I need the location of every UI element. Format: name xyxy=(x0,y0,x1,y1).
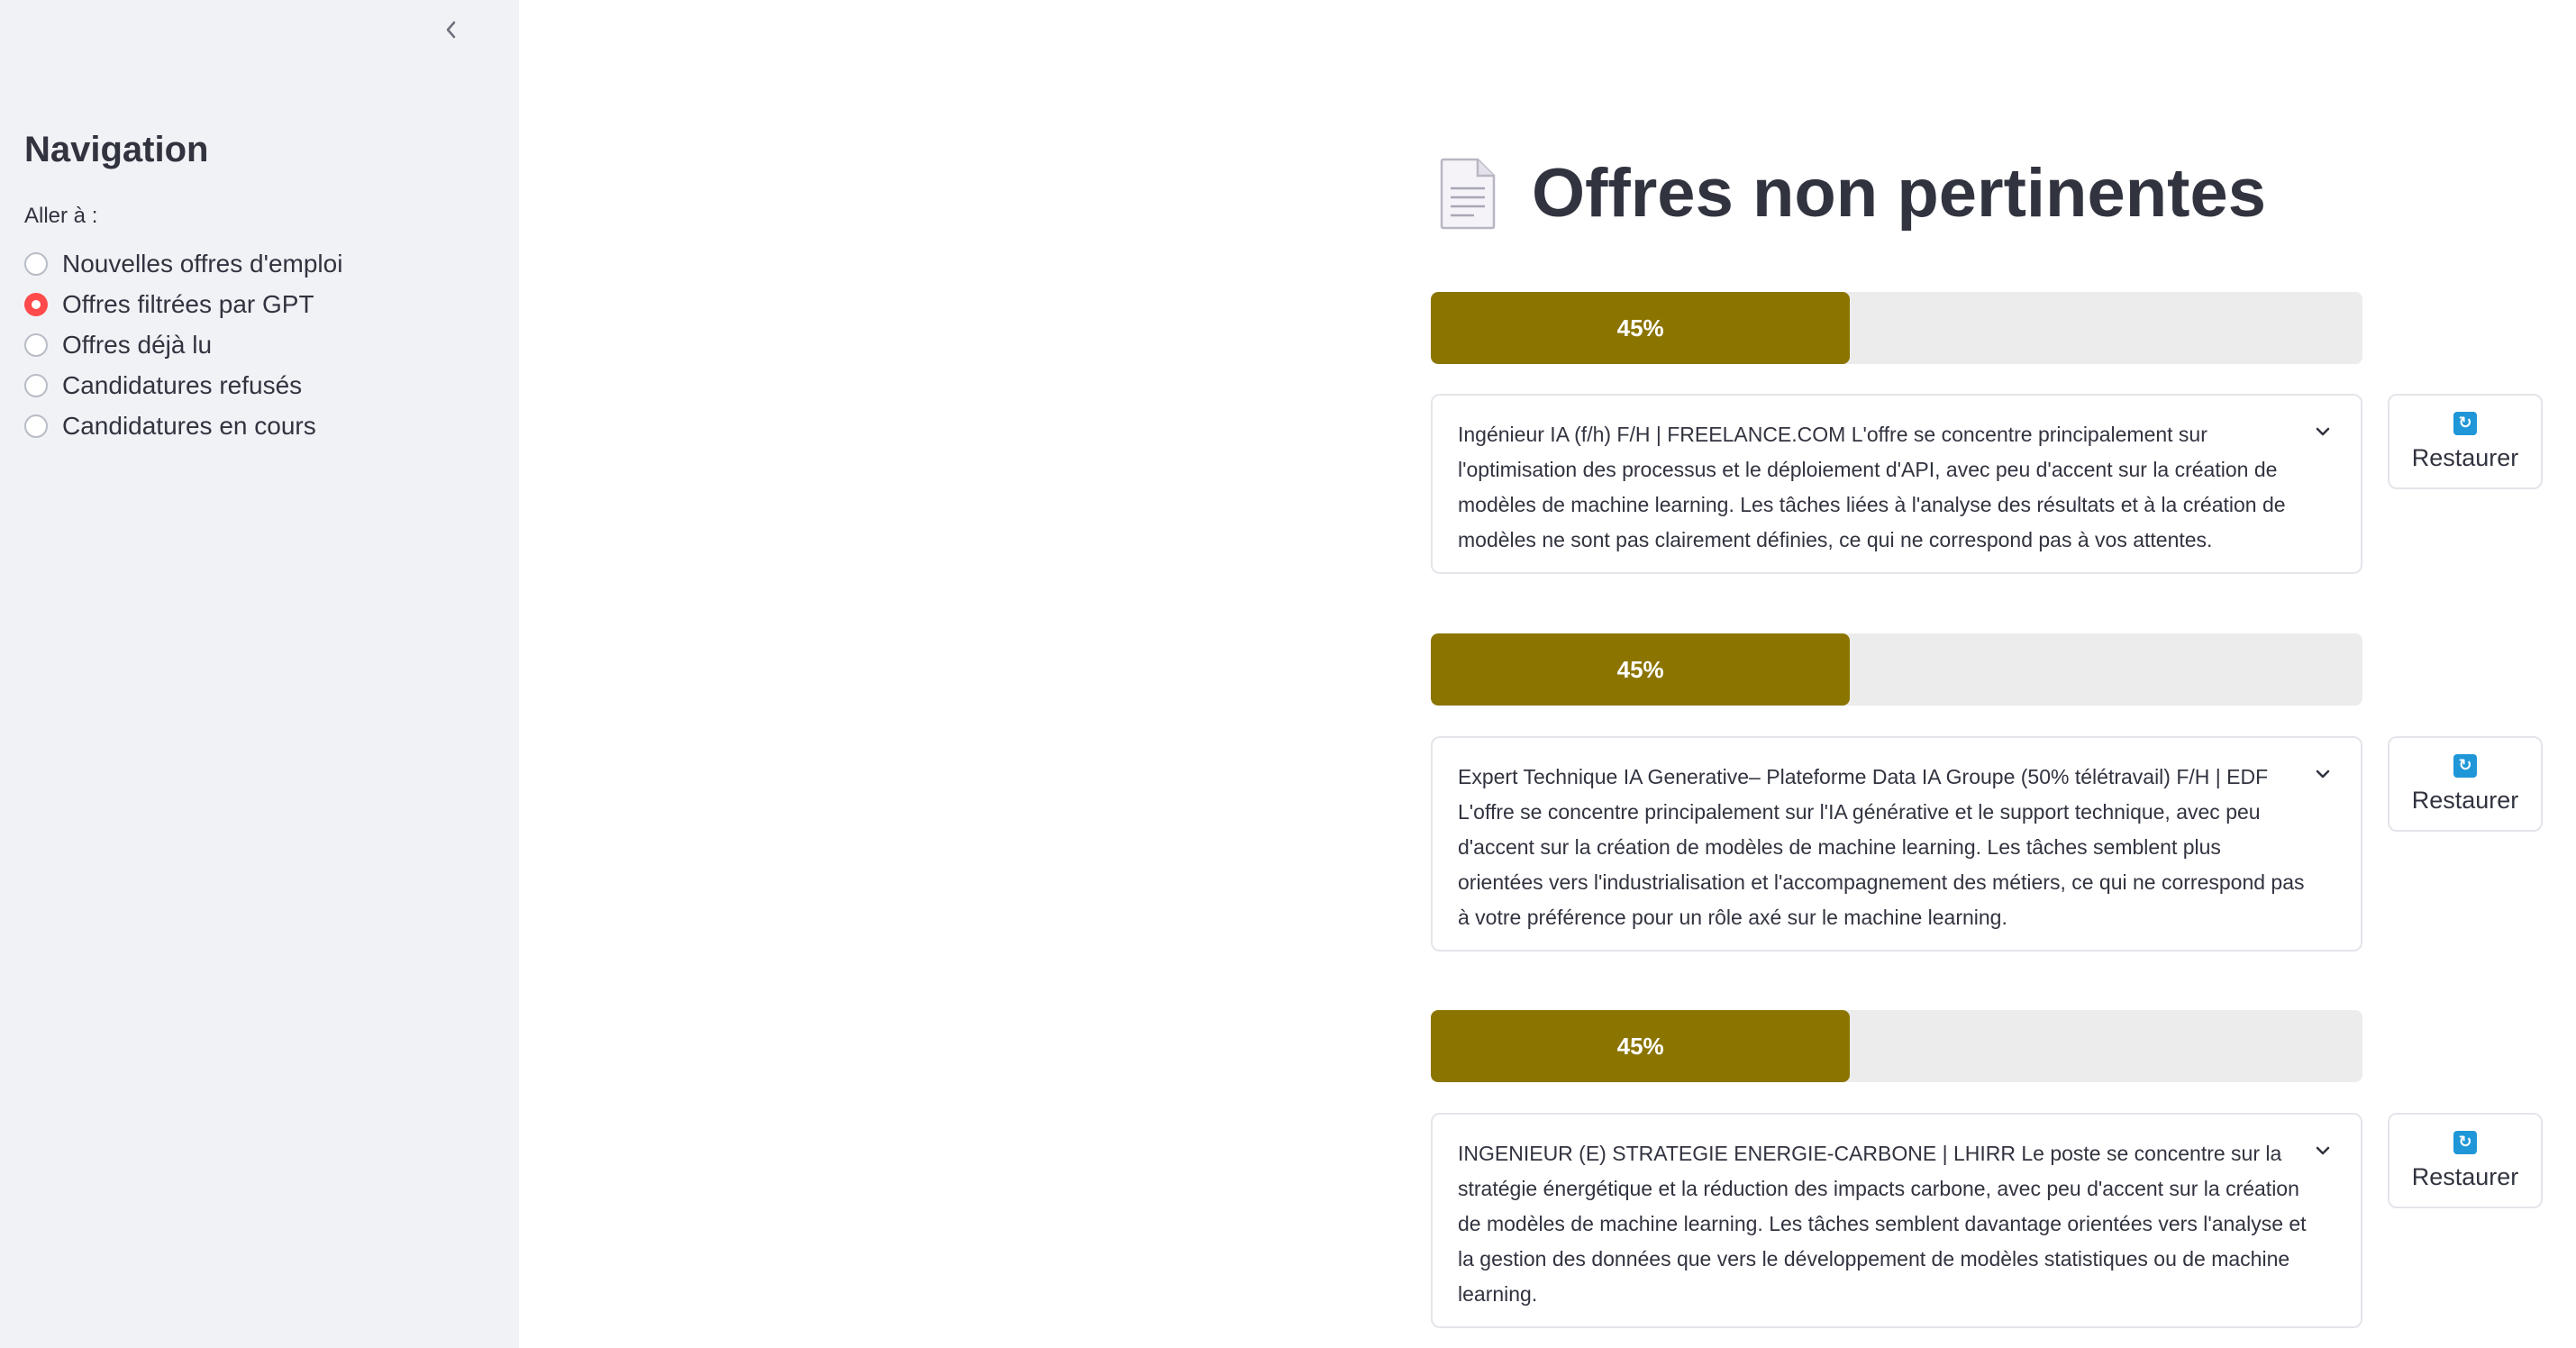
score-progress-fill: 45% xyxy=(1431,292,1851,364)
restore-button[interactable]: ↻ Restaurer xyxy=(2388,394,2543,489)
document-icon xyxy=(1440,158,1496,230)
chevron-down-icon[interactable] xyxy=(2312,1140,2334,1161)
offer-description: INGENIEUR (E) STRATEGIE ENERGIE-CARBONE … xyxy=(1458,1142,2307,1306)
score-progress-fill: 45% xyxy=(1431,1010,1851,1082)
score-progress-fill: 45% xyxy=(1431,633,1851,706)
sidebar: Navigation Aller à : Nouvelles offres d'… xyxy=(0,0,519,1348)
radio-option-offres-deja-lu[interactable]: Offres déjà lu xyxy=(24,324,342,365)
score-label: 45% xyxy=(1616,1032,1664,1060)
radio-group-label: Aller à : xyxy=(24,204,98,228)
page-title: Offres non pertinentes xyxy=(1532,155,2266,232)
radio-option-label: Nouvelles offres d'emploi xyxy=(62,249,343,278)
radio-option-nouvelles-offres[interactable]: Nouvelles offres d'emploi xyxy=(24,243,342,284)
score-label: 45% xyxy=(1616,655,1664,683)
restore-button[interactable]: ↻ Restaurer xyxy=(2388,1113,2543,1208)
score-label: 45% xyxy=(1616,314,1664,342)
refresh-icon: ↻ xyxy=(2453,753,2477,778)
restore-button-label: Restaurer xyxy=(2411,1162,2519,1190)
radio-button[interactable] xyxy=(24,373,48,397)
offer-description: Expert Technique IA Generative– Platefor… xyxy=(1458,765,2305,929)
radio-option-candidatures-en-cours[interactable]: Candidatures en cours xyxy=(24,405,342,446)
radio-option-label: Offres déjà lu xyxy=(62,330,213,359)
radio-option-offres-filtrees[interactable]: Offres filtrées par GPT xyxy=(24,284,342,324)
restore-button[interactable]: ↻ Restaurer xyxy=(2388,736,2543,832)
score-progress-bar: 45% xyxy=(1431,1010,2362,1082)
radio-button[interactable] xyxy=(24,414,48,438)
radio-option-label: Candidatures en cours xyxy=(62,411,316,440)
sidebar-collapse-button[interactable] xyxy=(436,14,467,45)
sidebar-title: Navigation xyxy=(24,130,209,169)
radio-button[interactable] xyxy=(24,332,48,357)
navigation-radio-group: Nouvelles offres d'emploi Offres filtrée… xyxy=(24,243,342,446)
radio-option-candidatures-refuses[interactable]: Candidatures refusés xyxy=(24,365,342,405)
score-progress-bar: 45% xyxy=(1431,633,2362,706)
chevron-down-icon[interactable] xyxy=(2312,421,2334,442)
radio-button[interactable] xyxy=(24,251,48,276)
page-header: Offres non pertinentes xyxy=(1438,144,2266,243)
radio-button-selected[interactable] xyxy=(24,292,48,316)
chevron-down-icon[interactable] xyxy=(2312,763,2334,785)
offer-expander[interactable]: Expert Technique IA Generative– Platefor… xyxy=(1431,736,2362,952)
chevron-left-icon xyxy=(446,21,456,39)
radio-option-label: Candidatures refusés xyxy=(62,370,303,399)
restore-button-label: Restaurer xyxy=(2411,786,2519,814)
app: Navigation Aller à : Nouvelles offres d'… xyxy=(0,0,2576,1348)
score-progress-bar: 45% xyxy=(1431,292,2362,364)
refresh-icon: ↻ xyxy=(2453,1130,2477,1154)
offer-description: Ingénieur IA (f/h) F/H | FREELANCE.COM L… xyxy=(1458,423,2286,551)
radio-option-label: Offres filtrées par GPT xyxy=(62,289,314,318)
restore-button-label: Restaurer xyxy=(2411,443,2519,471)
offer-expander[interactable]: Ingénieur IA (f/h) F/H | FREELANCE.COM L… xyxy=(1431,394,2362,574)
offer-expander[interactable]: INGENIEUR (E) STRATEGIE ENERGIE-CARBONE … xyxy=(1431,1113,2362,1328)
main-content: Offres non pertinentes 45% Ingénieur IA … xyxy=(519,0,2576,1348)
refresh-icon: ↻ xyxy=(2453,411,2477,435)
